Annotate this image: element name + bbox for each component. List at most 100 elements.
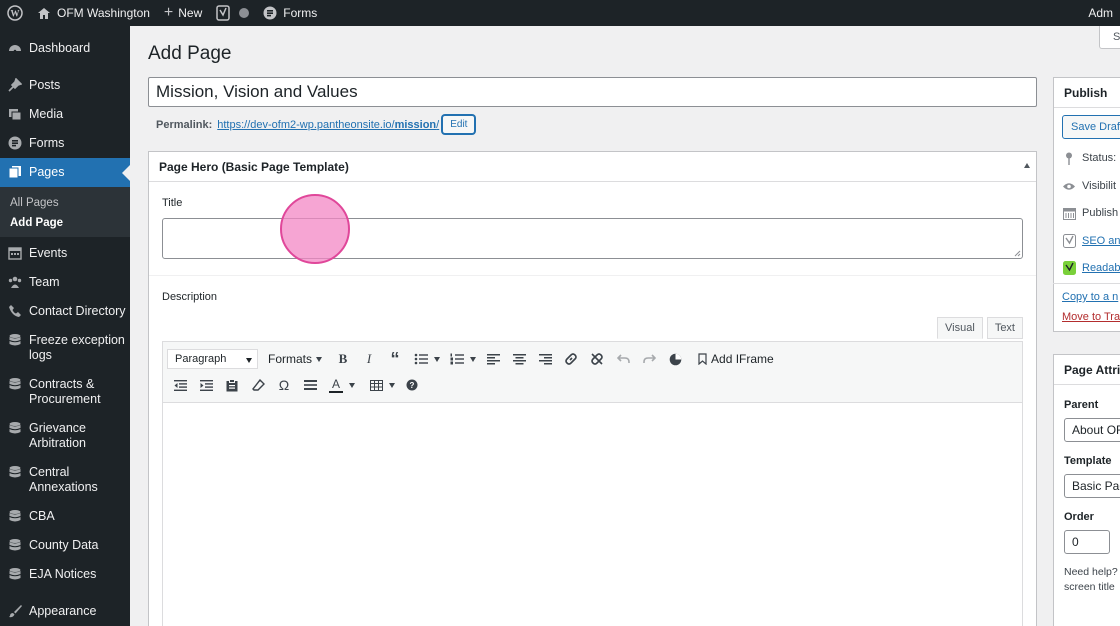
eye-icon bbox=[1062, 179, 1076, 193]
sidebar-item-team[interactable]: Team bbox=[0, 268, 130, 297]
forms-icon bbox=[263, 6, 277, 20]
sidebar-item-contracts-procurement[interactable]: Contracts & Procurement bbox=[0, 370, 130, 414]
sidebar-item-contact-directory[interactable]: Contact Directory bbox=[0, 297, 130, 326]
sidebar-item-posts[interactable]: Posts bbox=[0, 71, 130, 100]
post-visibility: Visibilit bbox=[1062, 179, 1116, 193]
text-color-caret-icon[interactable] bbox=[349, 383, 359, 388]
format-select[interactable]: Paragraph bbox=[167, 349, 258, 369]
admin-bar: W OFM Washington + New Forms Adm bbox=[0, 0, 1120, 26]
screen-options-button[interactable]: Sc bbox=[1099, 26, 1120, 49]
outdent-icon[interactable] bbox=[167, 374, 193, 396]
permalink-link[interactable]: https://dev-ofm2-wp.pantheonsite.io/miss… bbox=[217, 119, 439, 131]
copy-to-draft-link[interactable]: Copy to a n bbox=[1062, 291, 1118, 303]
tab-visual[interactable]: Visual bbox=[937, 317, 983, 339]
link-icon[interactable] bbox=[558, 348, 584, 370]
forms-menu[interactable]: Forms bbox=[256, 0, 324, 26]
special-character-icon[interactable]: Ω bbox=[271, 374, 297, 396]
parent-select[interactable]: About OF bbox=[1064, 418, 1120, 442]
pie-chart-icon[interactable] bbox=[662, 348, 688, 370]
database-icon bbox=[9, 539, 21, 551]
readability-analysis[interactable]: Readab bbox=[1062, 261, 1120, 275]
seo-analysis[interactable]: SEO ana bbox=[1062, 234, 1120, 248]
sidebar-item-eja-notices[interactable]: EJA Notices bbox=[0, 560, 130, 589]
account-menu[interactable]: Adm bbox=[1081, 0, 1120, 26]
bold-icon[interactable]: B bbox=[330, 348, 356, 370]
submenu-add-page[interactable]: Add Page bbox=[0, 213, 130, 233]
sidebar-item-events[interactable]: Events bbox=[0, 239, 130, 268]
editor-body[interactable] bbox=[163, 403, 1022, 626]
tab-text[interactable]: Text bbox=[986, 317, 1023, 339]
align-left-icon[interactable] bbox=[480, 348, 506, 370]
sidebar-item-grievance-arbitration[interactable]: Grievance Arbitration bbox=[0, 414, 130, 458]
blockquote-icon[interactable]: “ bbox=[382, 348, 408, 370]
undo-icon[interactable] bbox=[610, 348, 636, 370]
table-icon[interactable] bbox=[363, 374, 389, 396]
paste-text-icon[interactable] bbox=[219, 374, 245, 396]
page-attributes-metabox: Page Attri Parent About OF Template Basi… bbox=[1053, 354, 1120, 626]
yoast-icon bbox=[216, 5, 231, 21]
sidebar-item-central-annexations[interactable]: Central Annexations bbox=[0, 458, 130, 502]
sidebar-item-label: Posts bbox=[29, 78, 61, 92]
wordpress-logo-icon[interactable]: W bbox=[0, 0, 30, 26]
add-iframe-button[interactable]: Add IFrame bbox=[698, 352, 774, 366]
indent-icon[interactable] bbox=[193, 374, 219, 396]
publish-title[interactable]: Publish bbox=[1054, 78, 1120, 108]
metabox-header[interactable]: Page Hero (Basic Page Template) bbox=[149, 152, 1036, 182]
formats-dropdown[interactable]: Formats bbox=[268, 352, 326, 366]
media-icon bbox=[9, 109, 22, 121]
sidebar-item-freeze-exception-logs[interactable]: Freeze exception logs bbox=[0, 326, 130, 370]
horizontal-line-icon[interactable] bbox=[297, 374, 323, 396]
page-attributes-title[interactable]: Page Attri bbox=[1054, 355, 1120, 385]
bullet-list-caret-icon[interactable] bbox=[434, 357, 444, 362]
text-color-icon[interactable]: A bbox=[323, 374, 349, 396]
sidebar-item-label: Central Annexations bbox=[29, 465, 98, 494]
align-center-icon[interactable] bbox=[506, 348, 532, 370]
sidebar-item-label: Pages bbox=[29, 165, 65, 179]
clear-formatting-icon[interactable] bbox=[245, 374, 271, 396]
sidebar-item-label: Forms bbox=[29, 136, 65, 150]
new-content-link[interactable]: + New bbox=[157, 0, 209, 26]
yoast-menu[interactable] bbox=[209, 0, 256, 26]
yoast-seo-icon bbox=[1062, 234, 1076, 248]
dashboard-icon bbox=[9, 45, 21, 53]
sidebar-item-dashboard[interactable]: Dashboard bbox=[0, 34, 130, 63]
table-caret-icon[interactable] bbox=[389, 383, 399, 388]
collapse-arrow-icon[interactable] bbox=[1024, 163, 1030, 168]
numbered-list-icon[interactable] bbox=[444, 348, 470, 370]
parent-label: Parent bbox=[1064, 399, 1099, 411]
sidebar-item-label: Events bbox=[29, 246, 68, 260]
move-to-trash-link[interactable]: Move to Tra bbox=[1062, 311, 1120, 323]
sidebar-item-media[interactable]: Media bbox=[0, 100, 130, 129]
site-name-link[interactable]: OFM Washington bbox=[30, 0, 157, 26]
redo-icon[interactable] bbox=[636, 348, 662, 370]
align-right-icon[interactable] bbox=[532, 348, 558, 370]
order-input[interactable]: 0 bbox=[1064, 530, 1110, 554]
help-text: Need help? screen title bbox=[1064, 566, 1118, 593]
italic-icon[interactable]: I bbox=[356, 348, 382, 370]
sidebar-item-label: Media bbox=[29, 107, 64, 121]
metabox-title: Page Hero (Basic Page Template) bbox=[159, 159, 349, 174]
submenu-all-pages[interactable]: All Pages bbox=[0, 193, 130, 213]
description-editor: Paragraph Formats B I “ Add IFrame Ω A ? bbox=[162, 341, 1023, 626]
sidebar-item-label: County Data bbox=[29, 538, 99, 552]
resize-handle-icon[interactable] bbox=[1014, 250, 1021, 257]
main-content: Sc Add Page Mission, Vision and Values P… bbox=[130, 26, 1120, 626]
publish-divider bbox=[1053, 283, 1120, 284]
sidebar-item-label: Appearance bbox=[29, 604, 97, 618]
sidebar-item-cba[interactable]: CBA bbox=[0, 502, 130, 531]
numbered-list-caret-icon[interactable] bbox=[470, 357, 480, 362]
save-draft-button[interactable]: Save Draf bbox=[1062, 115, 1120, 139]
template-select[interactable]: Basic Pag bbox=[1064, 474, 1120, 498]
bullet-list-icon[interactable] bbox=[408, 348, 434, 370]
help-icon[interactable]: ? bbox=[399, 374, 425, 396]
sidebar-item-appearance[interactable]: Appearance bbox=[0, 597, 130, 626]
phone-icon bbox=[9, 305, 21, 317]
sidebar-item-forms[interactable]: Forms bbox=[0, 129, 130, 158]
permalink-edit-button[interactable]: Edit bbox=[442, 115, 476, 134]
sidebar-item-county-data[interactable]: County Data bbox=[0, 531, 130, 560]
sidebar-item-pages[interactable]: Pages bbox=[0, 158, 130, 187]
database-icon bbox=[9, 378, 21, 390]
post-title-input[interactable]: Mission, Vision and Values bbox=[148, 77, 1037, 107]
database-icon bbox=[9, 422, 21, 434]
unlink-icon[interactable] bbox=[584, 348, 610, 370]
